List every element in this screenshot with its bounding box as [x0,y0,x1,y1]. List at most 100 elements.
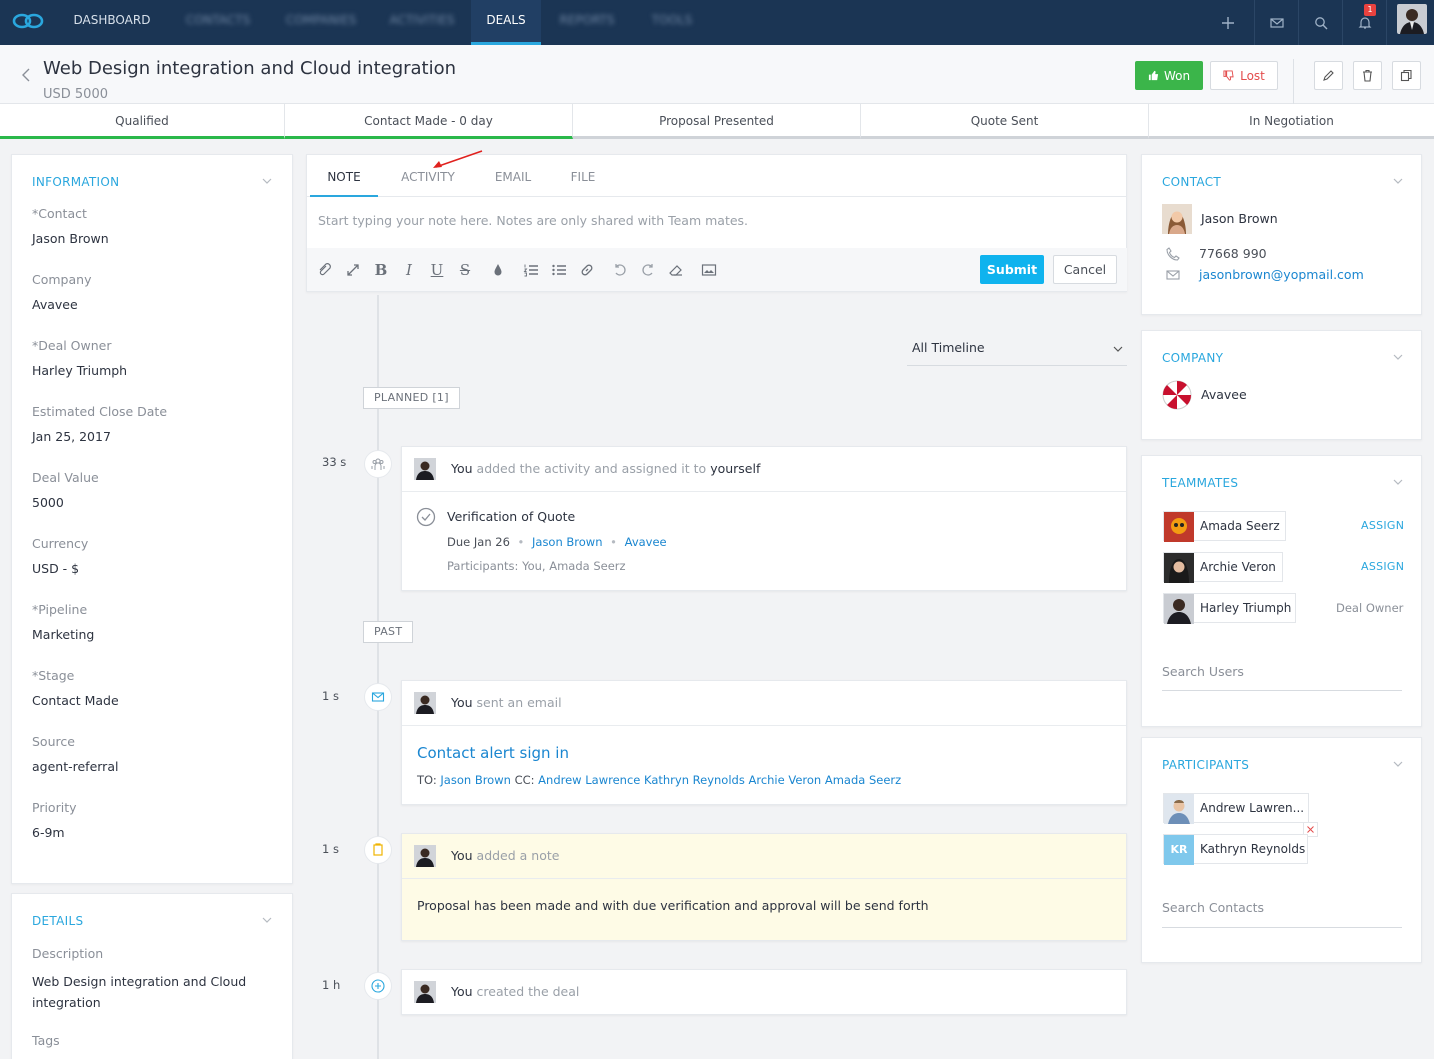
task-contact-link[interactable]: Jason Brown [532,535,603,549]
undo-icon[interactable] [612,262,628,278]
search-contacts-input[interactable]: Search Contacts [1162,900,1402,928]
contact-email-link[interactable]: jasonbrown@yopmail.com [1199,267,1364,282]
timeline-filter-select[interactable]: All Timeline [907,333,1127,366]
assign-link[interactable]: ASSIGN [1361,519,1404,532]
add-button[interactable] [1206,0,1250,45]
avatar [1164,512,1194,542]
nav-deals[interactable]: DEALS [471,0,541,45]
strikethrough-icon[interactable]: S [457,262,473,278]
mail-button[interactable] [1254,0,1298,45]
thumbs-up-icon [1148,70,1159,81]
nav-contacts[interactable]: CONTACTS [172,0,264,45]
won-button[interactable]: Won [1135,61,1203,90]
color-drop-icon[interactable] [490,262,506,278]
entry-actor[interactable]: You [451,695,473,710]
company-name[interactable]: Avavee [1201,387,1247,402]
nav-activities[interactable]: ACTIVITIES [378,0,466,45]
logo-icon[interactable] [12,11,44,31]
avatar-image [1164,594,1194,624]
underline-icon[interactable]: U [429,262,445,278]
user-avatar[interactable] [1397,4,1427,34]
search-button[interactable] [1298,0,1342,45]
nav-tools[interactable]: TOOLS [636,0,708,45]
attach-icon[interactable] [316,262,332,278]
chevron-down-icon[interactable] [262,915,272,925]
check-circle-icon[interactable] [416,507,436,527]
nav-dashboard[interactable]: DASHBOARD [62,0,162,45]
description-value[interactable]: Web Design integration and Cloud integra… [32,971,272,1013]
assign-link[interactable]: ASSIGN [1361,560,1404,573]
teammate-chip[interactable]: Archie Veron [1163,552,1283,583]
italic-icon[interactable]: I [401,262,417,278]
field-value-company[interactable]: Avavee [32,297,78,312]
participant-chip[interactable]: Andrew Lawren... [1163,793,1309,824]
field-value-stage[interactable]: Contact Made [32,693,119,708]
field-label-priority: Priority [32,800,77,815]
chevron-down-icon[interactable] [1393,176,1403,186]
stage-qualified[interactable]: Qualified [0,104,285,139]
field-value-currency[interactable]: USD - $ [32,561,79,576]
link-icon[interactable] [579,262,595,278]
image-icon[interactable] [701,262,717,278]
field-value-close-date[interactable]: Jan 25, 2017 [32,429,111,444]
contact-avatar[interactable] [1162,204,1192,234]
contact-name[interactable]: Jason Brown [1201,211,1278,226]
chevron-down-icon[interactable] [1393,352,1403,362]
task-company-link[interactable]: Avavee [625,535,667,549]
back-arrow-icon[interactable] [18,67,34,83]
email-recipients: TO: Jason Brown CC: Andrew Lawrence Kath… [417,773,901,787]
chevron-down-icon[interactable] [1393,759,1403,769]
avatar-image [414,845,436,867]
chevron-down-icon[interactable] [1393,477,1403,487]
search-users-input[interactable]: Search Users [1162,664,1402,691]
field-label-currency: Currency [32,536,89,551]
field-value-deal-owner[interactable]: Harley Triumph [32,363,127,378]
stage-quote-sent[interactable]: Quote Sent [861,104,1149,139]
field-value-contact[interactable]: Jason Brown [32,231,109,246]
tab-email[interactable]: EMAIL [483,155,543,197]
eraser-icon[interactable] [668,262,684,278]
field-value-source[interactable]: agent-referral [32,759,118,774]
entry-actor[interactable]: You [451,461,473,476]
chevron-down-icon[interactable] [262,176,272,186]
note-input[interactable]: Start typing your note here. Notes are o… [318,213,748,228]
field-label-deal-value: Deal Value [32,470,99,485]
teammate-chip[interactable]: Amada Seerz [1163,511,1286,542]
email-cc-links[interactable]: Andrew Lawrence Kathryn Reynolds Archie … [538,773,901,787]
entry-actor[interactable]: You [451,848,473,863]
bullet-list-icon[interactable] [551,262,567,278]
tab-note[interactable]: NOTE [310,155,378,197]
timeline-dot [364,450,392,478]
teammate-chip[interactable]: Harley Triumph [1163,593,1296,624]
field-value-priority[interactable]: 6-9m [32,825,65,840]
tab-file[interactable]: FILE [559,155,607,197]
cancel-button[interactable]: Cancel [1053,255,1117,284]
annotation-arrow-icon [433,150,483,168]
expand-icon[interactable] [345,262,361,278]
stage-proposal-presented[interactable]: Proposal Presented [573,104,861,139]
contact-phone[interactable]: 77668 990 [1199,246,1267,261]
email-to-link[interactable]: Jason Brown [440,773,511,787]
note-editor: NOTE ACTIVITY EMAIL FILE Start typing yo… [306,154,1127,292]
nav-reports[interactable]: REPORTS [548,0,626,45]
entry-action: added a note [476,848,560,863]
task-title[interactable]: Verification of Quote [447,509,575,524]
entry-target[interactable]: yourself [710,461,760,476]
participant-chip[interactable]: KR Kathryn Reynolds [1163,834,1308,865]
stage-in-negotiation[interactable]: In Negotiation [1149,104,1434,139]
company-logo-icon[interactable] [1162,380,1192,410]
field-value-deal-value[interactable]: 5000 [32,495,64,510]
entry-actor[interactable]: You [451,984,473,999]
delete-button[interactable] [1353,61,1382,90]
edit-button[interactable] [1314,61,1343,90]
email-subject-link[interactable]: Contact alert sign in [417,744,569,762]
nav-companies[interactable]: COMPANIES [272,0,370,45]
redo-icon[interactable] [640,262,656,278]
copy-button[interactable] [1392,61,1421,90]
bold-icon[interactable]: B [373,262,389,278]
numbered-list-icon[interactable] [523,262,539,278]
lost-button[interactable]: Lost [1210,61,1278,90]
field-value-pipeline[interactable]: Marketing [32,627,94,642]
stage-contact-made[interactable]: Contact Made - 0 day [285,104,573,139]
submit-button[interactable]: Submit [980,255,1044,284]
